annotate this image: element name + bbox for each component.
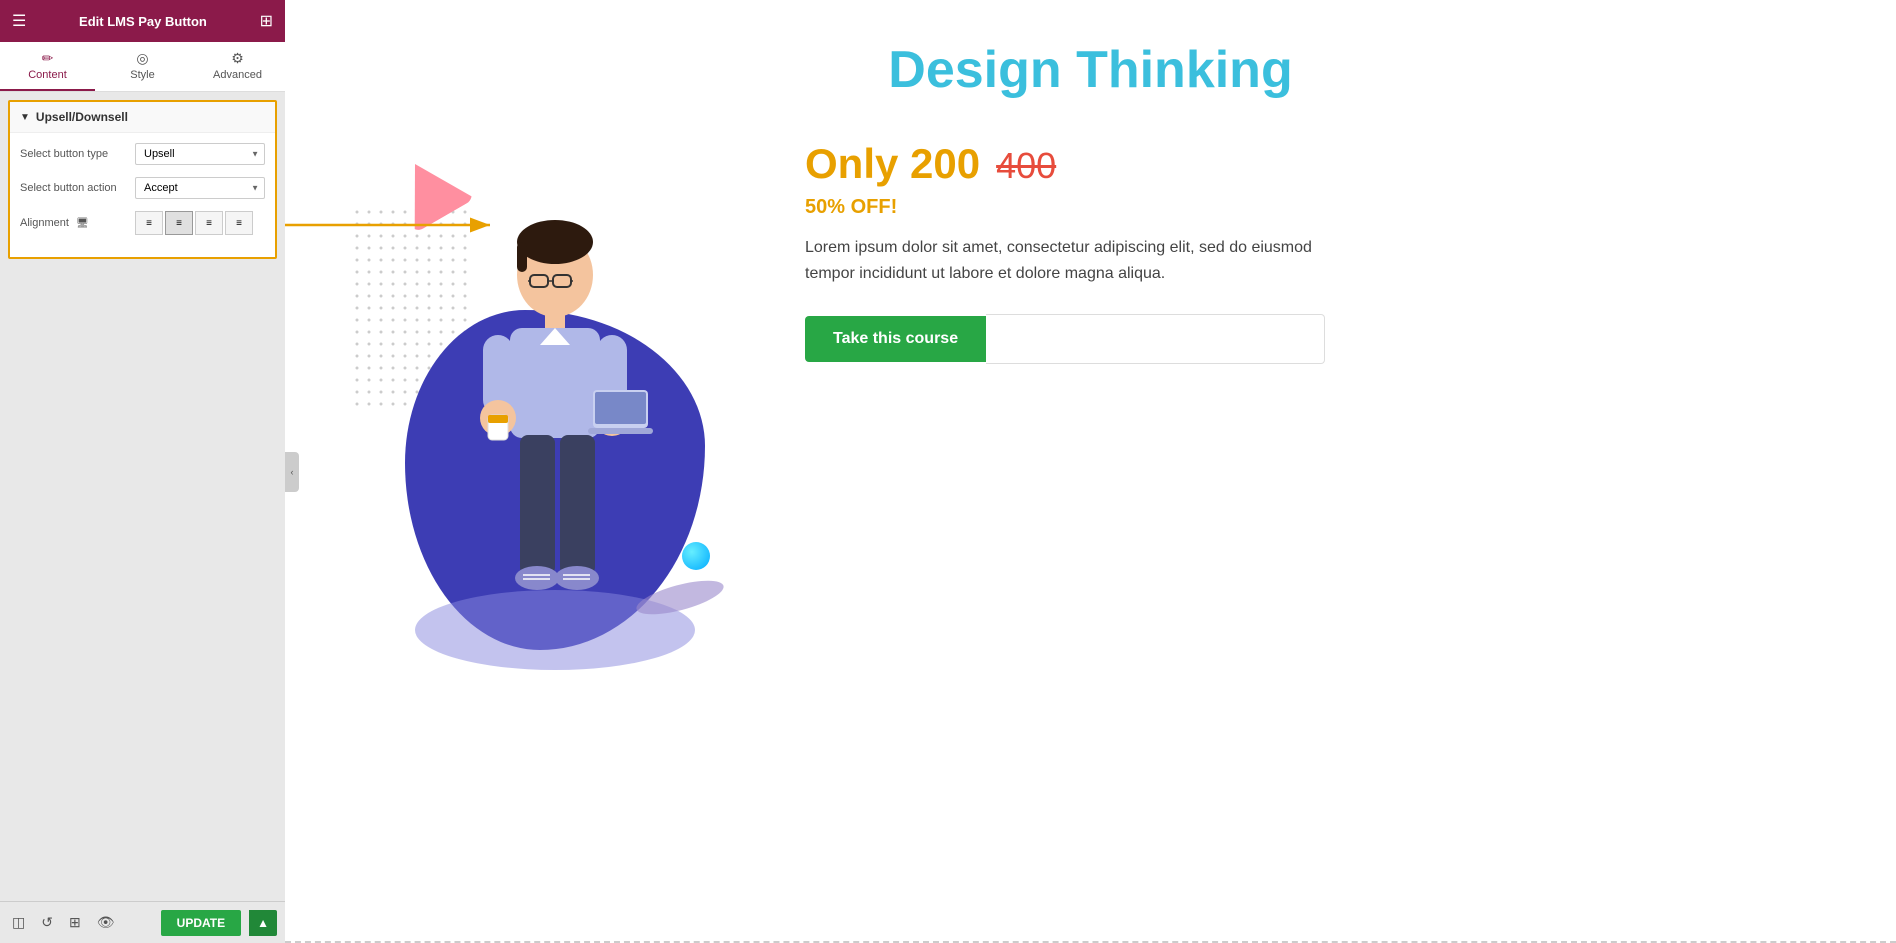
hamburger-icon[interactable]: ☰ bbox=[12, 11, 26, 31]
align-center-button[interactable]: ≡ bbox=[165, 211, 193, 235]
button-action-label: Select button action bbox=[20, 182, 135, 194]
character-svg bbox=[445, 220, 665, 660]
tab-advanced-label: Advanced bbox=[213, 69, 262, 81]
price-old: 400 bbox=[996, 145, 1056, 187]
history-icon[interactable]: ↺ bbox=[37, 910, 57, 935]
tab-style-label: Style bbox=[130, 69, 154, 81]
section-title: Upsell/Downsell bbox=[36, 110, 128, 124]
button-type-control: Upsell Downsell bbox=[135, 143, 265, 165]
panel-content: ▼ Upsell/Downsell Select button type Ups… bbox=[0, 92, 285, 901]
collapse-arrow-icon: ▼ bbox=[20, 112, 30, 123]
button-type-label: Select button type bbox=[20, 148, 135, 160]
align-right-button[interactable]: ≡ bbox=[195, 211, 223, 235]
button-action-control: Accept Decline bbox=[135, 177, 265, 199]
cta-wrapper: Take this course bbox=[805, 314, 1325, 364]
course-illustration bbox=[345, 130, 765, 710]
price-row: Only 200 400 bbox=[805, 140, 1836, 188]
course-main: Only 200 400 50% OFF! Lorem ipsum dolor … bbox=[345, 130, 1836, 710]
discount-badge: 50% OFF! bbox=[805, 196, 1836, 219]
button-type-select[interactable]: Upsell Downsell bbox=[135, 143, 265, 165]
tabs-bar: ✏ Content ◎ Style ⚙ Advanced bbox=[0, 42, 285, 92]
layout-icon[interactable]: ⊞ bbox=[65, 910, 85, 935]
section-header[interactable]: ▼ Upsell/Downsell bbox=[10, 102, 275, 133]
bottom-toolbar: ◫ ↺ ⊞ 👁 UPDATE ▲ bbox=[0, 901, 285, 943]
advanced-tab-icon: ⚙ bbox=[231, 50, 244, 67]
button-type-row: Select button type Upsell Downsell bbox=[20, 143, 265, 165]
character-body bbox=[445, 220, 665, 660]
alignment-row: Alignment 🖥 ≡ ≡ ≡ ≡ bbox=[20, 211, 265, 235]
alignment-buttons: ≡ ≡ ≡ ≡ bbox=[135, 211, 265, 235]
course-image-area bbox=[345, 130, 765, 710]
panel-title: Edit LMS Pay Button bbox=[79, 14, 207, 29]
button-action-select-wrapper: Accept Decline bbox=[135, 177, 265, 199]
course-title: Design Thinking bbox=[345, 40, 1836, 100]
content-tab-icon: ✏ bbox=[42, 50, 54, 67]
align-justify-button[interactable]: ≡ bbox=[225, 211, 253, 235]
left-panel: ☰ Edit LMS Pay Button ⊞ ✏ Content ◎ Styl… bbox=[0, 0, 285, 943]
update-dropdown-button[interactable]: ▲ bbox=[249, 910, 277, 936]
price-current: Only 200 bbox=[805, 140, 980, 188]
collapse-handle[interactable]: ‹ bbox=[285, 452, 299, 492]
tab-style[interactable]: ◎ Style bbox=[95, 42, 190, 91]
eye-icon[interactable]: 👁 bbox=[93, 910, 119, 935]
layers-icon[interactable]: ◫ bbox=[8, 910, 29, 935]
button-action-row: Select button action Accept Decline bbox=[20, 177, 265, 199]
style-tab-icon: ◎ bbox=[136, 50, 148, 67]
alignment-device-icon: 🖥 bbox=[76, 218, 89, 229]
cyan-ball bbox=[682, 542, 710, 570]
alignment-label: Alignment 🖥 bbox=[20, 217, 135, 229]
align-left-button[interactable]: ≡ bbox=[135, 211, 163, 235]
grid-icon[interactable]: ⊞ bbox=[260, 11, 273, 31]
update-button[interactable]: UPDATE bbox=[161, 910, 241, 936]
tab-content[interactable]: ✏ Content bbox=[0, 42, 95, 91]
course-info: Only 200 400 50% OFF! Lorem ipsum dolor … bbox=[805, 130, 1836, 364]
tab-content-label: Content bbox=[28, 69, 67, 81]
take-course-button[interactable]: Take this course bbox=[805, 316, 986, 362]
upsell-section: ▼ Upsell/Downsell Select button type Ups… bbox=[8, 100, 277, 259]
button-action-select[interactable]: Accept Decline bbox=[135, 177, 265, 199]
canvas-area: Design Thinking bbox=[285, 0, 1896, 943]
section-body: Select button type Upsell Downsell Selec… bbox=[10, 133, 275, 257]
tab-advanced[interactable]: ⚙ Advanced bbox=[190, 42, 285, 91]
button-type-select-wrapper: Upsell Downsell bbox=[135, 143, 265, 165]
course-description: Lorem ipsum dolor sit amet, consectetur … bbox=[805, 235, 1325, 286]
cta-spacer bbox=[986, 314, 1325, 364]
alignment-control: ≡ ≡ ≡ ≡ bbox=[135, 211, 265, 235]
panel-header: ☰ Edit LMS Pay Button ⊞ bbox=[0, 0, 285, 42]
